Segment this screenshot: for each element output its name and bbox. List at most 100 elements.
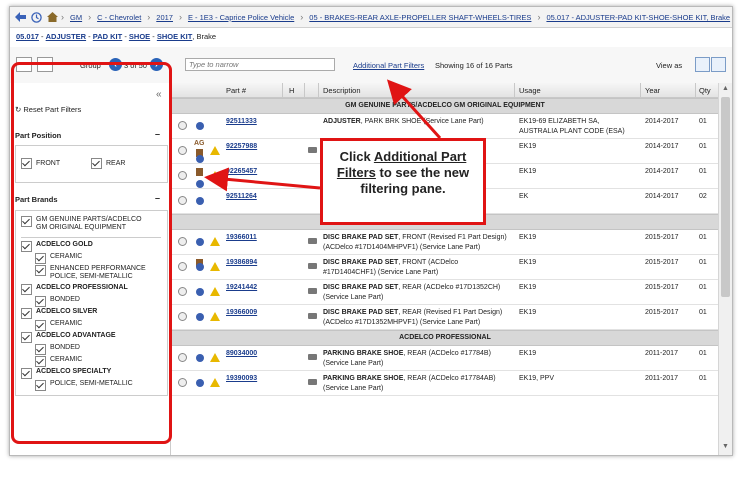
breadcrumb: › GM › C - Chevrolet › 2017 › E - 1E3 - … (10, 7, 732, 28)
warning-icon (210, 287, 220, 296)
info-icon[interactable] (196, 263, 204, 271)
part-usage: EK19 (519, 143, 537, 150)
part-usage: EK19 (519, 284, 537, 291)
filter-pane-highlight (11, 62, 172, 444)
list-view-icon[interactable] (695, 57, 710, 72)
col-description[interactable]: Description (323, 86, 361, 95)
part-description-name: PARKING BRAKE SHOE (323, 350, 404, 357)
part-year: 2015-2017 (645, 309, 679, 316)
info-icon[interactable] (196, 155, 204, 163)
warning-icon (210, 353, 220, 362)
link-shoe-kit[interactable]: SHOE KIT (157, 32, 192, 41)
table-scrollbar[interactable]: ▲ ▼ (718, 83, 732, 455)
col-usage[interactable]: Usage (519, 86, 541, 95)
row-expand-icon[interactable] (178, 196, 187, 205)
history-icon[interactable] (31, 11, 42, 23)
part-number-link[interactable]: 92265457 (226, 167, 257, 177)
row-expand-icon[interactable] (178, 378, 187, 387)
info-icon[interactable] (196, 238, 204, 246)
info-icon[interactable] (196, 180, 204, 188)
link-pad-kit[interactable]: PAD KIT (93, 32, 122, 41)
col-year[interactable]: Year (645, 86, 660, 95)
table-row[interactable]: 19366009 DISC BRAKE PAD SET, REAR (Revise… (172, 305, 718, 330)
part-qty: 01 (699, 234, 707, 241)
row-expand-icon[interactable] (178, 171, 187, 180)
col-h[interactable]: H (289, 86, 294, 95)
part-description: DISC BRAKE PAD SET, FRONT (Revised F1 Pa… (323, 233, 509, 253)
breadcrumb-separator: › (147, 12, 151, 22)
part-number-link[interactable]: 92511333 (226, 117, 257, 127)
camera-icon[interactable] (308, 379, 317, 385)
part-usage: EK19-69 ELIZABETH SA, AUSTRALIA PLANT CO… (519, 118, 625, 135)
info-icon[interactable] (196, 197, 204, 205)
info-icon[interactable] (196, 122, 204, 130)
row-expand-icon[interactable] (178, 312, 187, 321)
part-description: ADJUSTER, PARK BRK SHOE (Service Lane Pa… (323, 117, 509, 127)
breadcrumb-item-category[interactable]: 05 - BRAKES-REAR AXLE-PROPELLER SHAFT-WH… (309, 13, 531, 22)
part-qty: 01 (699, 168, 707, 175)
camera-icon[interactable] (308, 238, 317, 244)
part-year: 2015-2017 (645, 259, 679, 266)
col-qty[interactable]: Qty (699, 86, 711, 95)
breadcrumb-item-make[interactable]: GM (70, 13, 82, 22)
breadcrumb-item-vehicle[interactable]: E - 1E3 - Caprice Police Vehicle (188, 13, 294, 22)
part-qty: 01 (699, 375, 707, 382)
subcrumb-tail: Brake (196, 32, 217, 41)
info-icon[interactable] (196, 288, 204, 296)
part-number-link[interactable]: 19366009 (226, 308, 257, 318)
col-part-number[interactable]: Part # (226, 86, 246, 95)
info-icon[interactable] (196, 379, 204, 387)
row-expand-icon[interactable] (178, 262, 187, 271)
view-as-label: View as (656, 61, 683, 70)
scroll-thumb[interactable] (721, 97, 730, 297)
part-number-link[interactable]: 19241442 (226, 283, 257, 293)
part-number-link[interactable]: 19386894 (226, 258, 257, 268)
breadcrumb-item-year[interactable]: 2017 (156, 13, 173, 22)
part-year: 2015-2017 (645, 284, 679, 291)
link-adjuster[interactable]: ADJUSTER (46, 32, 86, 41)
part-description-name: DISC BRAKE PAD SET (323, 259, 399, 266)
part-qty: 01 (699, 143, 707, 150)
scroll-down-icon[interactable]: ▼ (722, 443, 729, 450)
table-row[interactable]: 19390093 PARKING BRAKE SHOE, REAR (ACDelc… (172, 371, 718, 396)
part-number-link[interactable]: 19366011 (226, 233, 257, 243)
row-expand-icon[interactable] (178, 237, 187, 246)
home-icon[interactable] (47, 11, 58, 23)
camera-icon[interactable] (308, 147, 317, 153)
part-qty: 01 (699, 284, 707, 291)
part-year: 2011-2017 (645, 350, 678, 357)
scroll-up-icon[interactable]: ▲ (722, 85, 729, 92)
camera-icon[interactable] (308, 263, 317, 269)
breadcrumb-item-division[interactable]: C - Chevrolet (97, 13, 141, 22)
narrow-input[interactable] (185, 58, 335, 71)
grid-view-icon[interactable] (711, 57, 726, 72)
additional-part-filters-link[interactable]: Additional Part Filters (353, 61, 424, 70)
info-icon[interactable] (196, 354, 204, 362)
part-number-link[interactable]: 19390093 (226, 374, 257, 384)
camera-icon[interactable] (308, 313, 317, 319)
row-expand-icon[interactable] (178, 146, 187, 155)
warning-icon (210, 237, 220, 246)
part-number-link[interactable]: 92257988 (226, 142, 257, 152)
row-expand-icon[interactable] (178, 287, 187, 296)
table-row[interactable]: 92511333 ADJUSTER, PARK BRK SHOE (Service… (172, 114, 718, 139)
part-number-link[interactable]: 89034000 (226, 349, 257, 359)
row-expand-icon[interactable] (178, 353, 187, 362)
camera-icon[interactable] (308, 288, 317, 294)
link-shoe[interactable]: SHOE (129, 32, 150, 41)
info-icon[interactable] (196, 313, 204, 321)
part-number-link[interactable]: 92511264 (226, 192, 257, 202)
part-description: DISC BRAKE PAD SET, REAR (Revised F1 Par… (323, 308, 509, 328)
part-year: 2014-2017 (645, 143, 679, 150)
back-icon[interactable] (15, 11, 26, 23)
table-row[interactable]: 19241442 DISC BRAKE PAD SET, REAR (ACDelc… (172, 280, 718, 305)
breadcrumb-item-subcategory[interactable]: 05.017 - ADJUSTER-PAD KIT-SHOE-SHOE KIT,… (546, 13, 730, 22)
camera-icon[interactable] (308, 354, 317, 360)
link-05017[interactable]: 05.017 (16, 32, 39, 41)
table-row[interactable]: 89034000 PARKING BRAKE SHOE, REAR (ACDelc… (172, 346, 718, 371)
table-row[interactable]: 19386894 DISC BRAKE PAD SET, FRONT (ACDel… (172, 255, 718, 280)
row-expand-icon[interactable] (178, 121, 187, 130)
table-row[interactable]: 19366011 DISC BRAKE PAD SET, FRONT (Revis… (172, 230, 718, 255)
warning-icon (210, 171, 220, 180)
part-usage: EK19 (519, 350, 537, 357)
